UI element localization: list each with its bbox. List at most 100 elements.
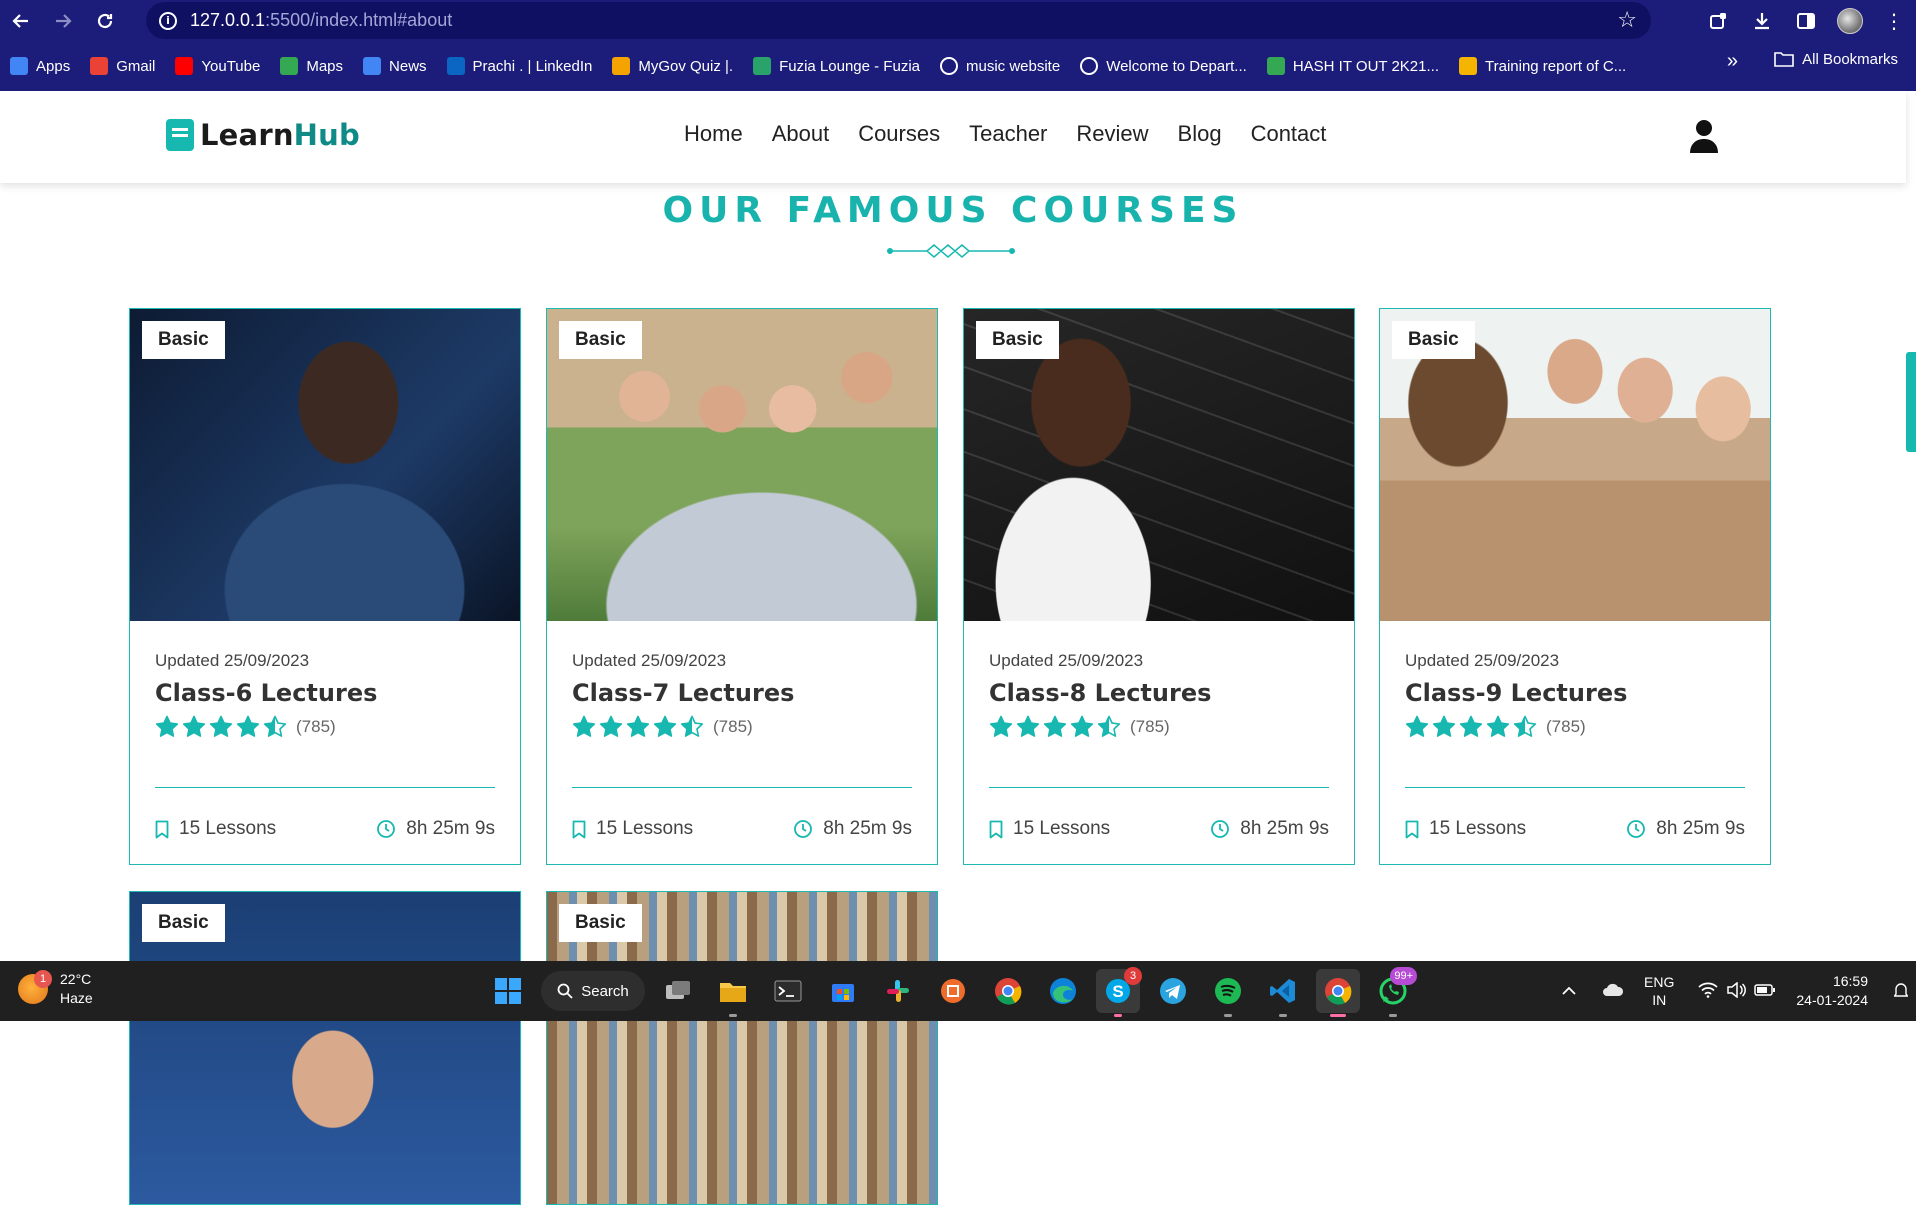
bookmark-item[interactable]: Fuzia Lounge - Fuzia [743,50,930,82]
arrow-right-icon [56,13,72,28]
course-card-body: Updated 25/09/2023 Class-6 Lectures (785) 1… [130,621,520,864]
telegram-icon[interactable] [1151,969,1195,1013]
star-half-icon [263,715,287,737]
bookmark-item[interactable]: News [353,50,437,82]
bookmark-item[interactable]: Welcome to Depart... [1070,50,1257,82]
course-card-body: Updated 25/09/2023 Class-8 Lectures (785) 1… [964,621,1354,864]
course-image[interactable]: Basic [130,309,520,621]
course-title[interactable]: Class-8 Lectures [989,679,1329,707]
book-icon [166,119,194,151]
skype-icon[interactable]: S 3 [1096,967,1142,1017]
bookmark-item[interactable]: Apps [0,50,80,82]
battery-icon[interactable] [1754,983,1776,1000]
bookmark-label: Training report of C... [1485,57,1627,75]
whatsapp-icon[interactable]: 99+ [1371,967,1417,1017]
edge-icon[interactable] [1041,969,1085,1013]
weather-description: Haze [60,990,93,1006]
course-card[interactable]: Basic Updated 25/09/2023 Class-9 Lectures (… [1379,308,1771,865]
profile-avatar[interactable] [1828,0,1872,41]
level-badge: Basic [559,904,642,942]
bookmark-item[interactable]: YouTube [165,50,270,82]
course-image[interactable]: Basic [964,309,1354,621]
nav-link-contact[interactable]: Contact [1251,121,1327,147]
volume-icon[interactable] [1726,980,1747,1001]
bookmark-item[interactable]: music website [930,50,1070,82]
postman-icon[interactable] [931,969,975,1013]
course-card[interactable]: Basic [546,891,938,1205]
bookmark-item[interactable]: HASH IT OUT 2K21... [1257,50,1449,82]
course-image[interactable]: Basic [547,892,937,1204]
course-title[interactable]: Class-9 Lectures [1405,679,1745,707]
spotify-icon[interactable] [1206,969,1250,1017]
input-language[interactable]: ENG IN [1644,973,1674,1009]
file-explorer-icon[interactable] [711,969,755,1017]
side-scroll-tab[interactable] [1906,352,1916,452]
lessons-count: 15 Lessons [1013,818,1111,839]
course-image[interactable]: Basic [130,892,520,1204]
nav-link-home[interactable]: Home [684,121,743,147]
download-icon[interactable] [1740,0,1784,41]
extensions-icon[interactable] [1696,0,1740,41]
chrome-icon[interactable] [986,969,1030,1013]
slack-icon[interactable] [876,969,920,1013]
bookmark-label: MyGov Quiz |. [638,57,734,75]
chrome-active-window-icon[interactable] [1316,969,1360,1017]
forward-button[interactable] [42,0,84,41]
bookmark-favicon-icon [1266,57,1285,75]
course-title[interactable]: Class-7 Lectures [572,679,912,707]
clock[interactable]: 16:59 24-01-2024 [1796,972,1868,1010]
bookmark-label: Maps [306,57,344,75]
nav-link-about[interactable]: About [772,121,830,147]
wifi-icon[interactable] [1698,982,1718,1001]
skype-notification-badge: 3 [1124,967,1142,985]
clock-icon [1627,820,1646,838]
bookmark-star-icon[interactable]: ☆ [1617,8,1637,33]
bookmark-item[interactable]: MyGov Quiz |. [602,50,743,82]
nav-link-blog[interactable]: Blog [1178,121,1222,147]
course-meta: 15 Lessons 8h 25m 9s [572,818,912,840]
weather-widget[interactable]: 1 22°C Haze [18,970,93,1008]
course-card[interactable]: Basic Updated 25/09/2023 Class-7 Lectures (… [546,308,938,865]
lessons-info: 15 Lessons [572,818,693,840]
course-image[interactable]: Basic [1380,309,1770,621]
nav-link-courses[interactable]: Courses [858,121,940,147]
clock-icon [1211,820,1230,838]
course-title[interactable]: Class-6 Lectures [155,679,495,707]
nav-link-teacher[interactable]: Teacher [969,121,1047,147]
menu-kebab-icon[interactable]: ⋮ [1872,0,1916,41]
bookmark-item[interactable]: Training report of C... [1449,50,1636,82]
course-card[interactable]: Basic [129,891,521,1205]
side-panel-icon[interactable] [1784,0,1828,41]
onedrive-cloud-icon[interactable] [1602,983,1624,1000]
bookmark-favicon-icon [753,57,772,75]
chevron-up-icon[interactable] [1562,983,1576,999]
start-button[interactable] [486,969,530,1013]
microsoft-store-icon[interactable] [821,969,865,1013]
bookmark-item[interactable]: Maps [270,50,353,82]
level-badge: Basic [1392,321,1475,359]
back-button[interactable] [0,0,42,41]
site-info-icon[interactable]: i [146,11,190,30]
course-card[interactable]: Basic Updated 25/09/2023 Class-8 Lectures (… [963,308,1355,865]
all-bookmarks-button[interactable]: All Bookmarks [1774,50,1898,68]
vscode-icon[interactable] [1261,969,1305,1017]
task-view-icon[interactable] [656,969,700,1013]
url-text[interactable]: 127.0.0.1:5500/index.html#about [190,10,452,31]
reload-button[interactable] [84,0,126,41]
terminal-icon[interactable] [766,969,810,1013]
bookmark-item[interactable]: Gmail [80,50,165,82]
notification-bell-icon[interactable] [1893,981,1909,1002]
bookmark-icon [155,820,169,838]
site-logo[interactable]: LearnHub [166,118,360,152]
nav-link-review[interactable]: Review [1076,121,1148,147]
bookmark-label: Prachi . | LinkedIn [472,57,593,75]
bookmark-item[interactable]: Prachi . | LinkedIn [437,50,603,82]
course-card-body: Updated 25/09/2023 Class-7 Lectures (785) 1… [547,621,937,864]
user-icon[interactable] [1689,119,1719,153]
course-image[interactable]: Basic [547,309,937,621]
course-card[interactable]: Basic Updated 25/09/2023 Class-6 Lectures (… [129,308,521,865]
taskbar-search-button[interactable]: Search [541,971,645,1011]
more-bookmarks-chevron-icon[interactable]: » [1727,50,1738,73]
address-bar[interactable]: i 127.0.0.1:5500/index.html#about ☆ [146,2,1651,39]
weather-badge: 1 [34,970,52,988]
